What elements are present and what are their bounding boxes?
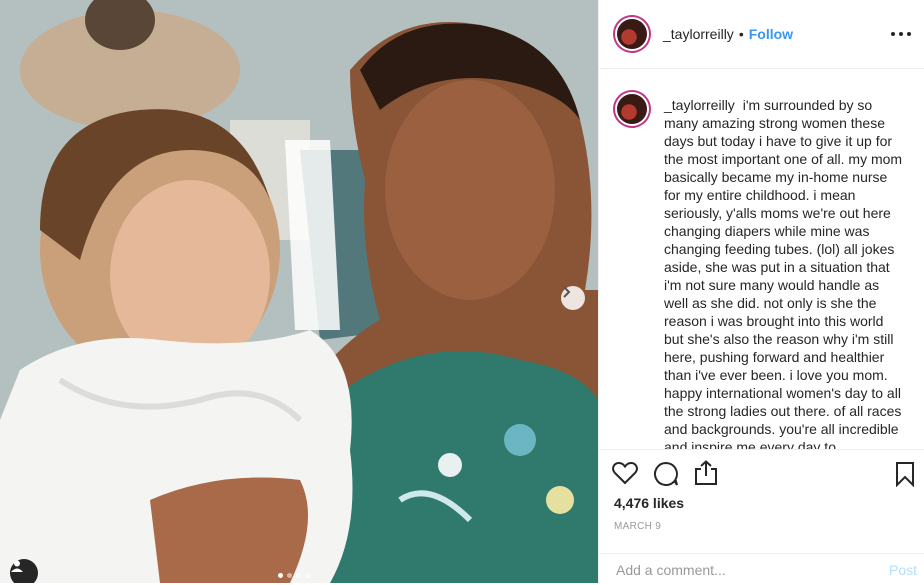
carousel-next-button[interactable] (561, 286, 585, 310)
carousel-indicator (278, 573, 310, 578)
post-details-panel: _taylorreilly • Follow _taylorreilly i'm… (598, 0, 924, 583)
post-actions: 4,476 likes MARCH 9 Post (599, 449, 924, 584)
more-options-icon[interactable] (891, 24, 911, 44)
post-date[interactable]: MARCH 9 (614, 521, 661, 532)
heart-icon (612, 461, 638, 485)
header-username[interactable]: _taylorreilly (663, 26, 734, 42)
carousel-dot (278, 573, 283, 578)
comment-icon (654, 461, 678, 486)
user-tags-button[interactable] (10, 559, 38, 583)
post-comment-button[interactable]: Post (889, 562, 917, 578)
like-button[interactable] (612, 461, 638, 490)
caption-area: _taylorreilly i'm surrounded by so many … (599, 69, 924, 449)
instagram-post-modal: _taylorreilly • Follow _taylorreilly i'm… (0, 0, 924, 583)
separator-dot: • (738, 26, 744, 42)
photo-illustration (0, 0, 598, 583)
post-photo[interactable] (0, 0, 598, 583)
likes-count[interactable]: 4,476 likes (614, 495, 684, 511)
post-caption: _taylorreilly i'm surrounded by so many … (664, 96, 904, 449)
share-button[interactable] (694, 460, 718, 491)
avatar-image (615, 92, 649, 126)
chevron-right-icon (563, 286, 571, 298)
caption-avatar[interactable] (613, 90, 651, 128)
caption-text: i'm surrounded by so many amazing strong… (664, 97, 903, 449)
comment-input[interactable] (614, 560, 868, 579)
carousel-dot (305, 573, 310, 578)
avatar[interactable] (613, 15, 651, 53)
share-icon (695, 460, 717, 485)
carousel-dot (296, 573, 301, 578)
avatar-image (615, 17, 649, 51)
follow-button[interactable]: Follow (749, 26, 793, 42)
comment-button[interactable] (653, 461, 679, 492)
caption-username[interactable]: _taylorreilly (664, 97, 735, 113)
save-button[interactable] (895, 461, 915, 492)
bookmark-icon (896, 462, 914, 488)
post-header: _taylorreilly • Follow (599, 0, 924, 69)
comment-box: Post (599, 553, 924, 585)
user-tag-icon (11, 560, 23, 572)
carousel-dot (287, 573, 292, 578)
